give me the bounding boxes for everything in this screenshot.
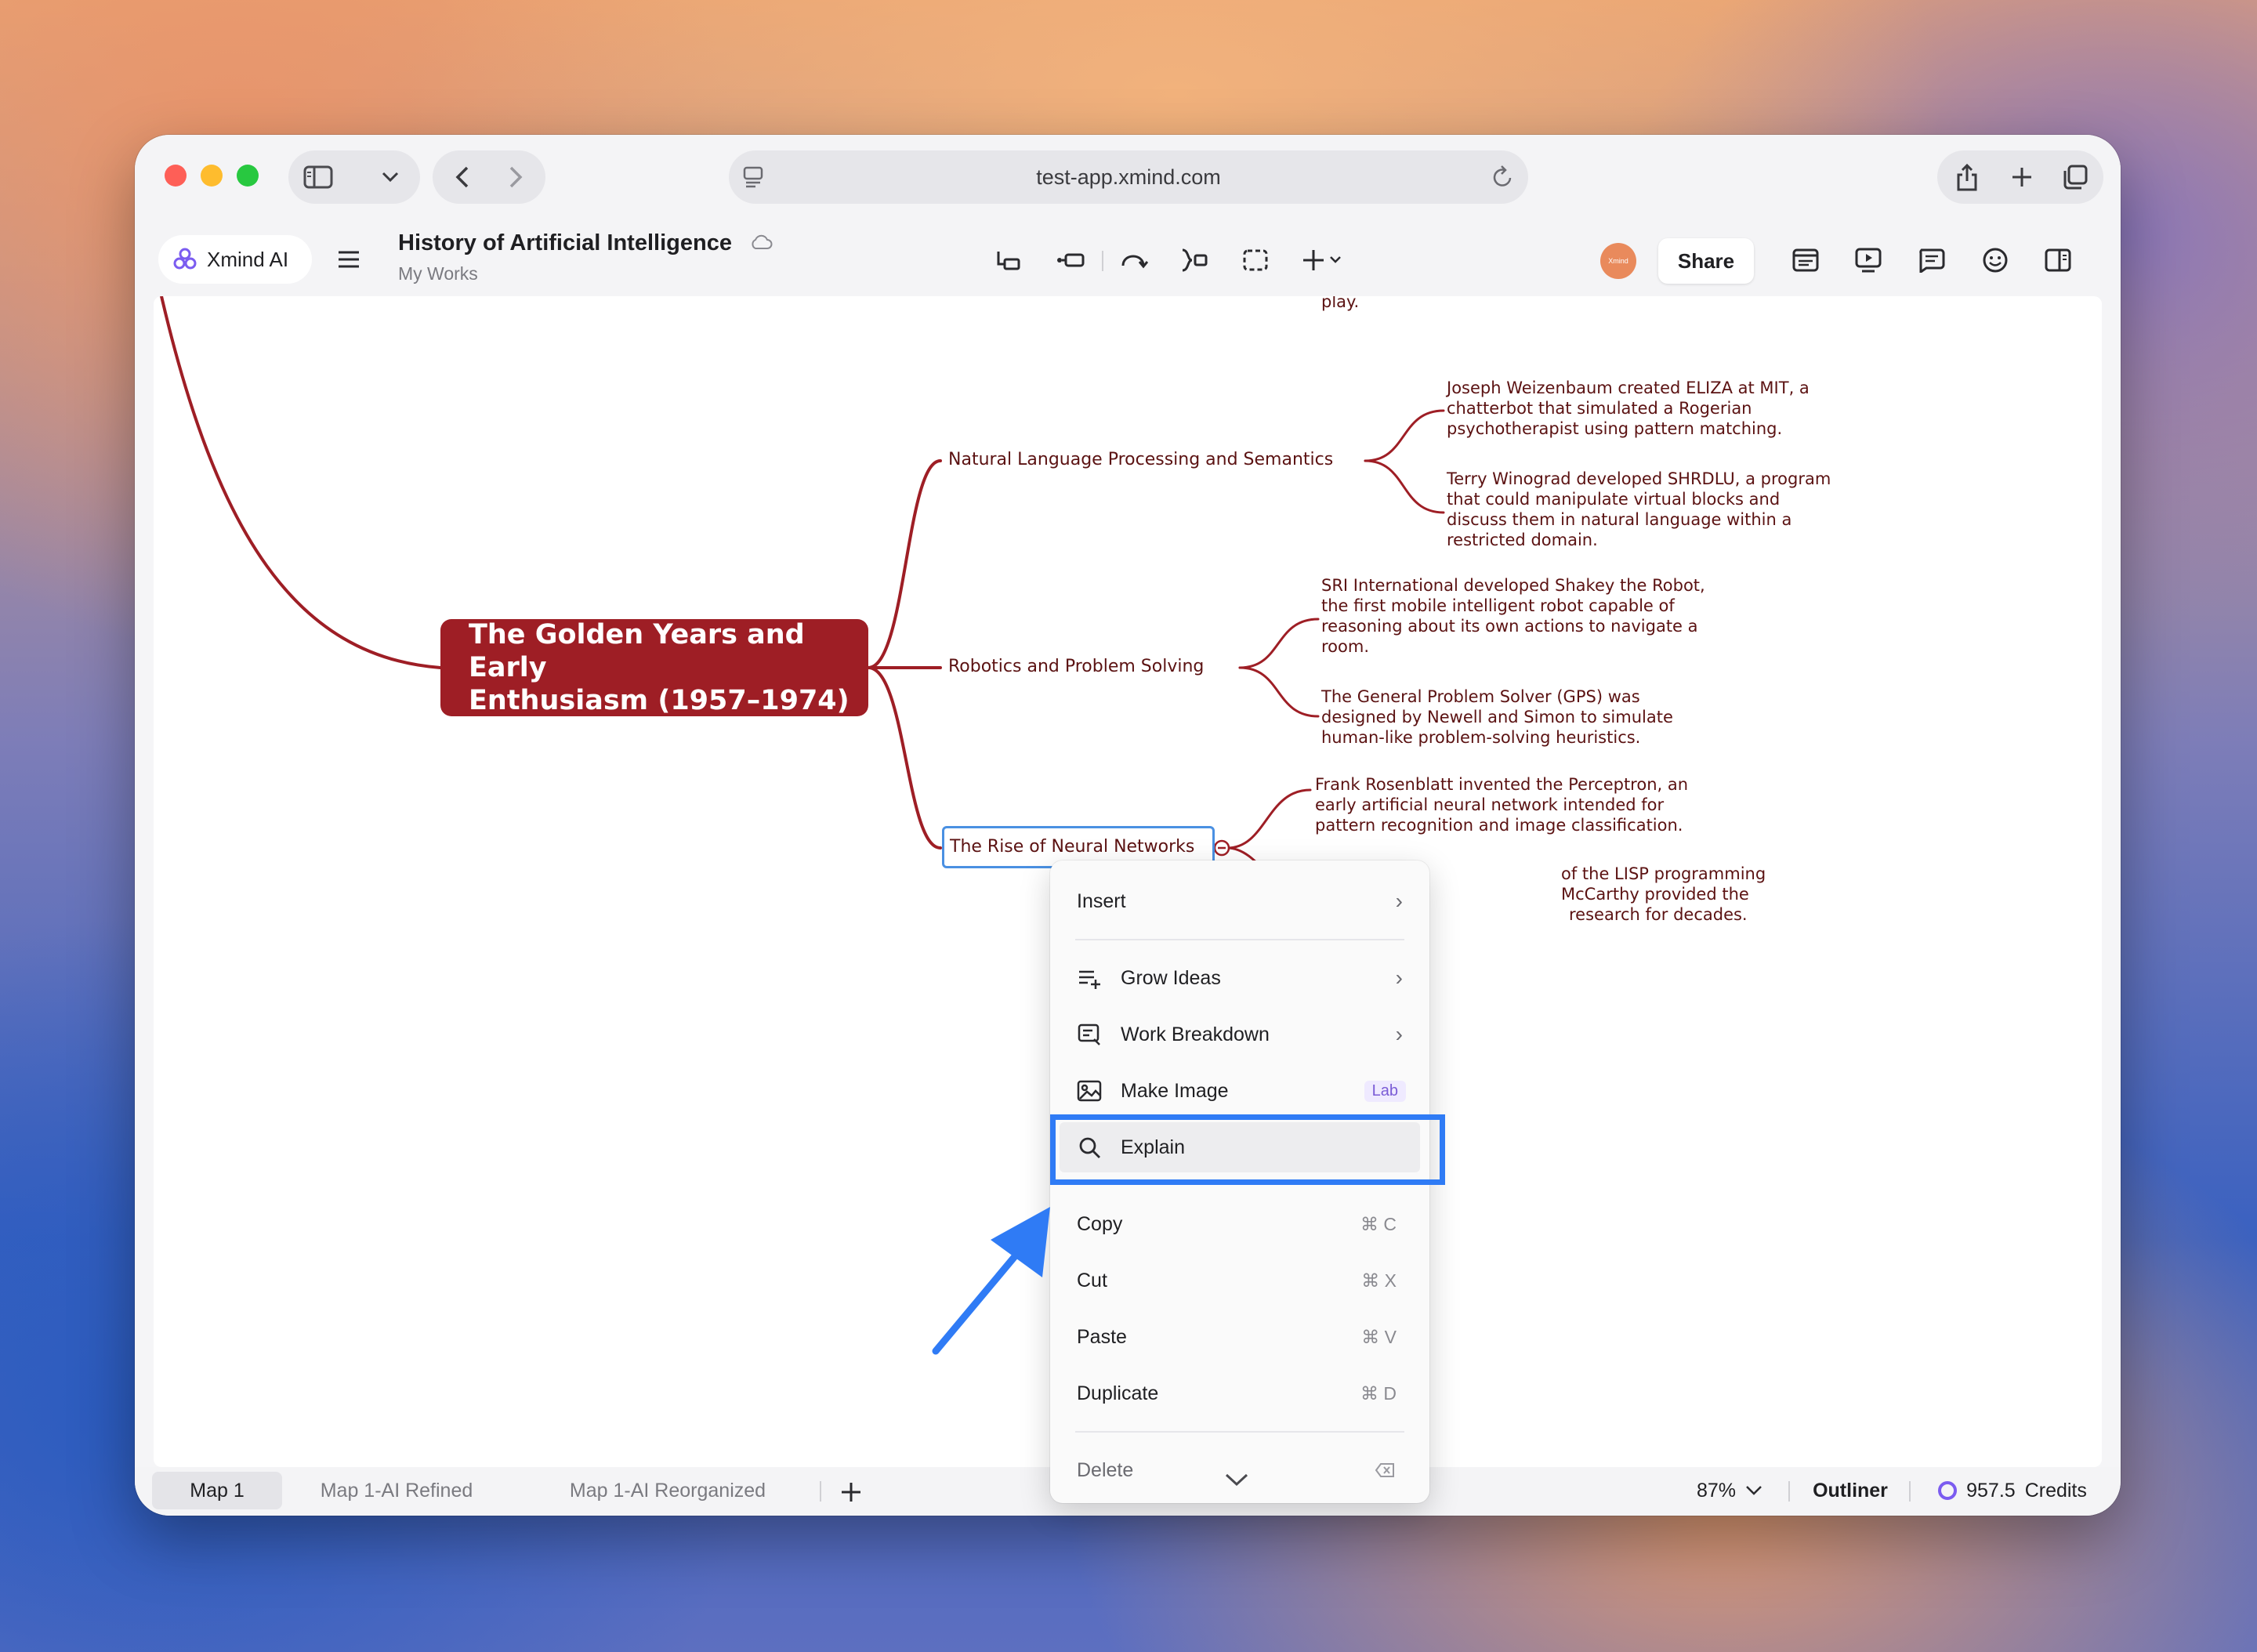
close-window-button[interactable] [165, 165, 187, 187]
sidebar-icon[interactable] [301, 161, 335, 193]
central-topic-line2: Enthusiasm (1957–1974) [469, 685, 850, 716]
credits-label: Credits [2024, 1479, 2087, 1502]
menu-item-make-image[interactable]: Make Image Lab [1050, 1066, 1429, 1116]
menu-separator [1075, 1431, 1404, 1433]
menu-item-paste[interactable]: Paste ⌘ V [1050, 1312, 1429, 1362]
zoom-control[interactable]: 87% [1686, 1472, 1773, 1509]
credits-value: 957.5 [1966, 1479, 2016, 1502]
annotation-arrow-icon [932, 1207, 1050, 1355]
detail-topic-gps[interactable]: The General Problem Solver (GPS) was des… [1321, 687, 1673, 748]
central-topic-line1: The Golden Years and Early [469, 619, 805, 683]
detail-topic-lisp[interactable]: of the LISP programming McCarthy provide… [1561, 864, 1766, 925]
url-text: test-app.xmind.com [1036, 165, 1221, 189]
subtopic-icon[interactable] [991, 243, 1025, 277]
tabs-divider [820, 1481, 821, 1502]
sheet-tab-ai-reorganized[interactable]: Map 1-AI Reorganized [558, 1472, 777, 1509]
detail-topic-eliza[interactable]: Joseph Weizenbaum created ELIZA at MIT, … [1447, 378, 1810, 439]
branch-topic-nlp[interactable]: Natural Language Processing and Semantic… [948, 450, 1333, 469]
menu-item-duplicate[interactable]: Duplicate ⌘ D [1050, 1368, 1429, 1418]
share-button[interactable]: Share [1658, 238, 1754, 284]
credits-display[interactable]: 957.5 Credits [1922, 1472, 2102, 1509]
tab-overview-icon[interactable] [2058, 160, 2092, 194]
zoom-window-button[interactable] [237, 165, 259, 187]
menu-icon[interactable] [332, 243, 365, 276]
reload-icon[interactable] [1491, 165, 1514, 195]
minimize-window-button[interactable] [201, 165, 223, 187]
notes-icon[interactable] [1914, 243, 1948, 277]
branch-topic-robotics[interactable]: Robotics and Problem Solving [948, 657, 1204, 676]
delete-key-icon [1375, 1461, 1395, 1484]
document-location[interactable]: My Works [398, 263, 478, 284]
back-icon[interactable] [447, 161, 478, 193]
side-panel-icon[interactable] [2041, 243, 2075, 277]
document-title[interactable]: History of Artificial Intelligence [398, 230, 773, 257]
chevron-down-icon[interactable] [373, 161, 408, 193]
explain-highlight-box [1050, 1114, 1445, 1185]
address-bar[interactable]: test-app.xmind.com [729, 150, 1528, 204]
avatar[interactable]: Xmind [1600, 243, 1636, 279]
sheet-tab-map-1[interactable]: Map 1 [152, 1472, 282, 1509]
image-icon [1077, 1078, 1102, 1103]
boundary-icon[interactable] [1238, 243, 1273, 277]
chevron-right-icon: › [1395, 889, 1403, 913]
nav-button-group [433, 150, 545, 204]
cloud-sync-icon [749, 231, 773, 257]
sidebar-toggle-group [288, 150, 420, 204]
grow-ideas-icon [1077, 965, 1102, 991]
new-tab-icon[interactable] [2005, 160, 2039, 194]
add-sheet-icon[interactable] [835, 1476, 867, 1508]
xmind-ai-logo-icon [172, 247, 197, 272]
work-breakdown-icon [1077, 1022, 1102, 1047]
page-settings-icon[interactable] [743, 166, 763, 194]
window-actions-group [1937, 150, 2103, 204]
chevron-down-icon [1745, 1485, 1762, 1496]
credits-ring-icon [1936, 1480, 1958, 1502]
detail-topic-shrdlu[interactable]: Terry Winograd developed SHRDLU, a progr… [1447, 469, 1831, 550]
menu-item-insert[interactable]: Insert › [1050, 876, 1429, 926]
emoji-icon[interactable] [1978, 243, 2012, 277]
chevron-right-icon: › [1395, 965, 1403, 990]
forward-icon[interactable] [500, 161, 531, 193]
menu-item-grow-ideas[interactable]: Grow Ideas › [1050, 953, 1429, 1003]
share-icon[interactable] [1950, 160, 1984, 194]
insert-dropdown-icon[interactable] [1299, 243, 1349, 277]
topic-fragment-text[interactable]: play. [1321, 296, 1359, 312]
summary-icon[interactable] [1177, 243, 1212, 277]
menu-item-work-breakdown[interactable]: Work Breakdown › [1050, 1009, 1429, 1060]
xmind-ai-button[interactable]: Xmind AI [158, 235, 312, 284]
outliner-button[interactable]: Outliner [1801, 1472, 1900, 1509]
xmind-ai-label: Xmind AI [207, 247, 289, 271]
presentation-icon[interactable] [1851, 243, 1886, 277]
relationship-icon[interactable] [1116, 243, 1150, 277]
branch-topic-neural-networks[interactable]: The Rise of Neural Networks [950, 837, 1194, 857]
divider [1788, 1481, 1790, 1502]
menu-separator [1075, 939, 1404, 940]
detail-topic-perceptron[interactable]: Frank Rosenblatt invented the Perceptron… [1315, 774, 1688, 835]
central-topic[interactable]: The Golden Years and Early Enthusiasm (1… [440, 619, 868, 716]
scroll-down-chevron-icon[interactable] [1224, 1472, 1249, 1491]
format-panel-icon[interactable] [1788, 243, 1823, 277]
browser-titlebar: test-app.xmind.com [135, 135, 2121, 219]
detail-topic-shakey[interactable]: SRI International developed Shakey the R… [1321, 575, 1705, 657]
menu-item-cut[interactable]: Cut ⌘ X [1050, 1255, 1429, 1306]
menu-item-copy[interactable]: Copy ⌘ C [1050, 1199, 1429, 1249]
topic-icon[interactable] [1053, 243, 1088, 277]
sheet-tab-ai-refined[interactable]: Map 1-AI Refined [310, 1472, 483, 1509]
lab-badge: Lab [1364, 1080, 1406, 1102]
chevron-right-icon: › [1395, 1022, 1403, 1046]
zoom-level: 87% [1696, 1479, 1737, 1502]
toolbar-divider [1102, 251, 1103, 271]
divider [1909, 1481, 1911, 1502]
